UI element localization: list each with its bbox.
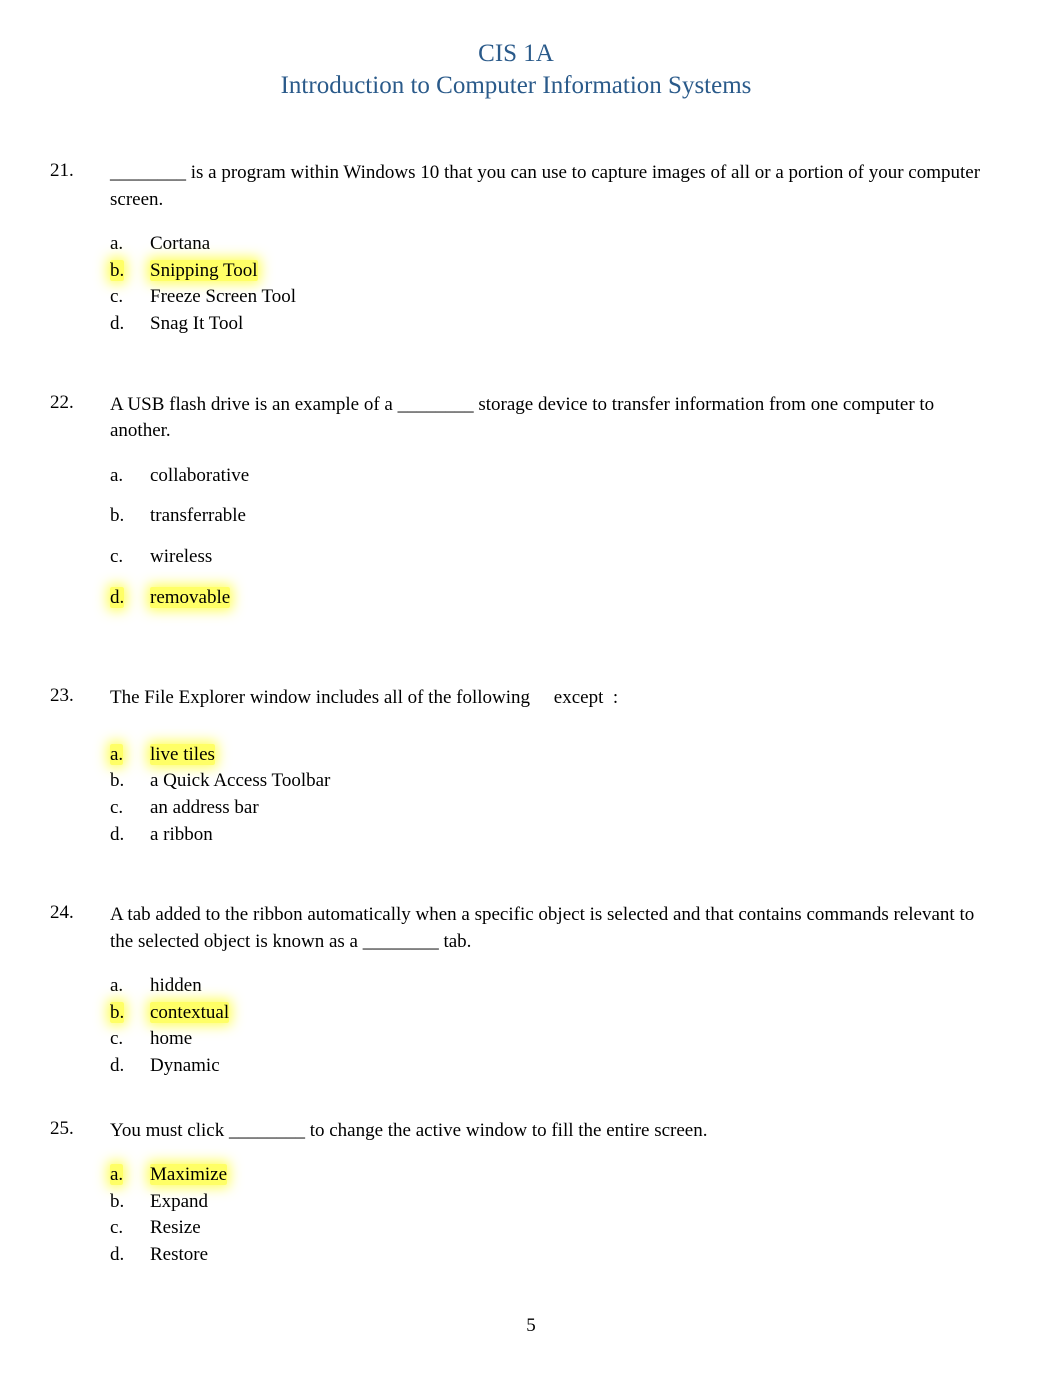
option-d: d. Snag It Tool [110,311,982,338]
options-list: a. collaborative b. transferrable c. wir… [110,463,982,611]
option-text: wireless [150,544,982,571]
question-number: 25. [50,1118,110,1269]
option-a: a. hidden [110,973,982,1000]
option-label: b. [110,768,150,795]
question-21: 21. ________ is a program within Windows… [50,160,982,338]
option-label: b. [110,1000,150,1027]
option-b: b. a Quick Access Toolbar [110,768,982,795]
option-text: removable [150,585,982,612]
option-label: c. [110,1026,150,1053]
option-text: an address bar [150,795,982,822]
question-text: A tab added to the ribbon automatically … [110,902,982,955]
options-list: a. Maximize b. Expand c. Resize d. Resto… [110,1162,982,1268]
options-list: a. hidden b. contextual c. home d. Dynam… [110,973,982,1079]
question-number: 24. [50,902,110,1080]
option-a: a. live tiles [110,742,982,769]
option-label: a. [110,973,150,1000]
option-text: hidden [150,973,982,1000]
option-label: a. [110,463,150,490]
option-text: Restore [150,1242,982,1269]
option-label: a. [110,1162,150,1189]
option-label: d. [110,311,150,338]
option-d: d. a ribbon [110,822,982,849]
options-list: a. live tiles b. a Quick Access Toolbar … [110,742,982,848]
option-label: d. [110,1242,150,1269]
option-text: Snag It Tool [150,311,982,338]
option-c: c. wireless [110,544,982,571]
option-label: b. [110,258,150,285]
option-label: c. [110,795,150,822]
question-number: 22. [50,392,110,612]
option-c: c. Resize [110,1215,982,1242]
option-text: collaborative [150,463,982,490]
option-text: home [150,1026,982,1053]
option-text: Maximize [150,1162,982,1189]
option-a: a. collaborative [110,463,982,490]
option-label: a. [110,742,150,769]
option-label: d. [110,585,150,612]
question-25: 25. You must click ________ to change th… [50,1118,982,1269]
course-code: CIS 1A [50,40,982,68]
option-text: Dynamic [150,1053,982,1080]
option-b: b. transferrable [110,503,982,530]
option-a: a. Cortana [110,231,982,258]
option-label: a. [110,231,150,258]
option-c: c. an address bar [110,795,982,822]
question-text: ________ is a program within Windows 10 … [110,160,982,213]
option-label: d. [110,822,150,849]
option-text: a ribbon [150,822,982,849]
question-text: You must click ________ to change the ac… [110,1118,982,1145]
option-text: Expand [150,1189,982,1216]
option-text: contextual [150,1000,982,1027]
option-text: Freeze Screen Tool [150,284,982,311]
option-text: transferrable [150,503,982,530]
option-text: Snipping Tool [150,258,982,285]
question-text: The File Explorer window includes all of… [110,685,982,712]
course-title: Introduction to Computer Information Sys… [50,72,982,100]
option-label: c. [110,544,150,571]
question-number: 21. [50,160,110,338]
option-c: c. home [110,1026,982,1053]
option-label: c. [110,1215,150,1242]
option-text: a Quick Access Toolbar [150,768,982,795]
question-text: A USB flash drive is an example of a ___… [110,392,982,445]
option-text: Resize [150,1215,982,1242]
options-list: a. Cortana b. Snipping Tool c. Freeze Sc… [110,231,982,337]
page-header: CIS 1A Introduction to Computer Informat… [50,40,982,100]
question-23: 23. The File Explorer window includes al… [50,685,982,848]
option-text: Cortana [150,231,982,258]
option-b: b. Expand [110,1189,982,1216]
option-d: d. Restore [110,1242,982,1269]
page-number: 5 [0,1315,1062,1337]
option-label: b. [110,1189,150,1216]
option-text: live tiles [150,742,982,769]
option-label: d. [110,1053,150,1080]
option-c: c. Freeze Screen Tool [110,284,982,311]
question-24: 24. A tab added to the ribbon automatica… [50,902,982,1080]
option-label: b. [110,503,150,530]
option-d: d. removable [110,585,982,612]
option-b: b. Snipping Tool [110,258,982,285]
option-a: a. Maximize [110,1162,982,1189]
question-22: 22. A USB flash drive is an example of a… [50,392,982,612]
option-d: d. Dynamic [110,1053,982,1080]
option-b: b. contextual [110,1000,982,1027]
question-number: 23. [50,685,110,848]
option-label: c. [110,284,150,311]
